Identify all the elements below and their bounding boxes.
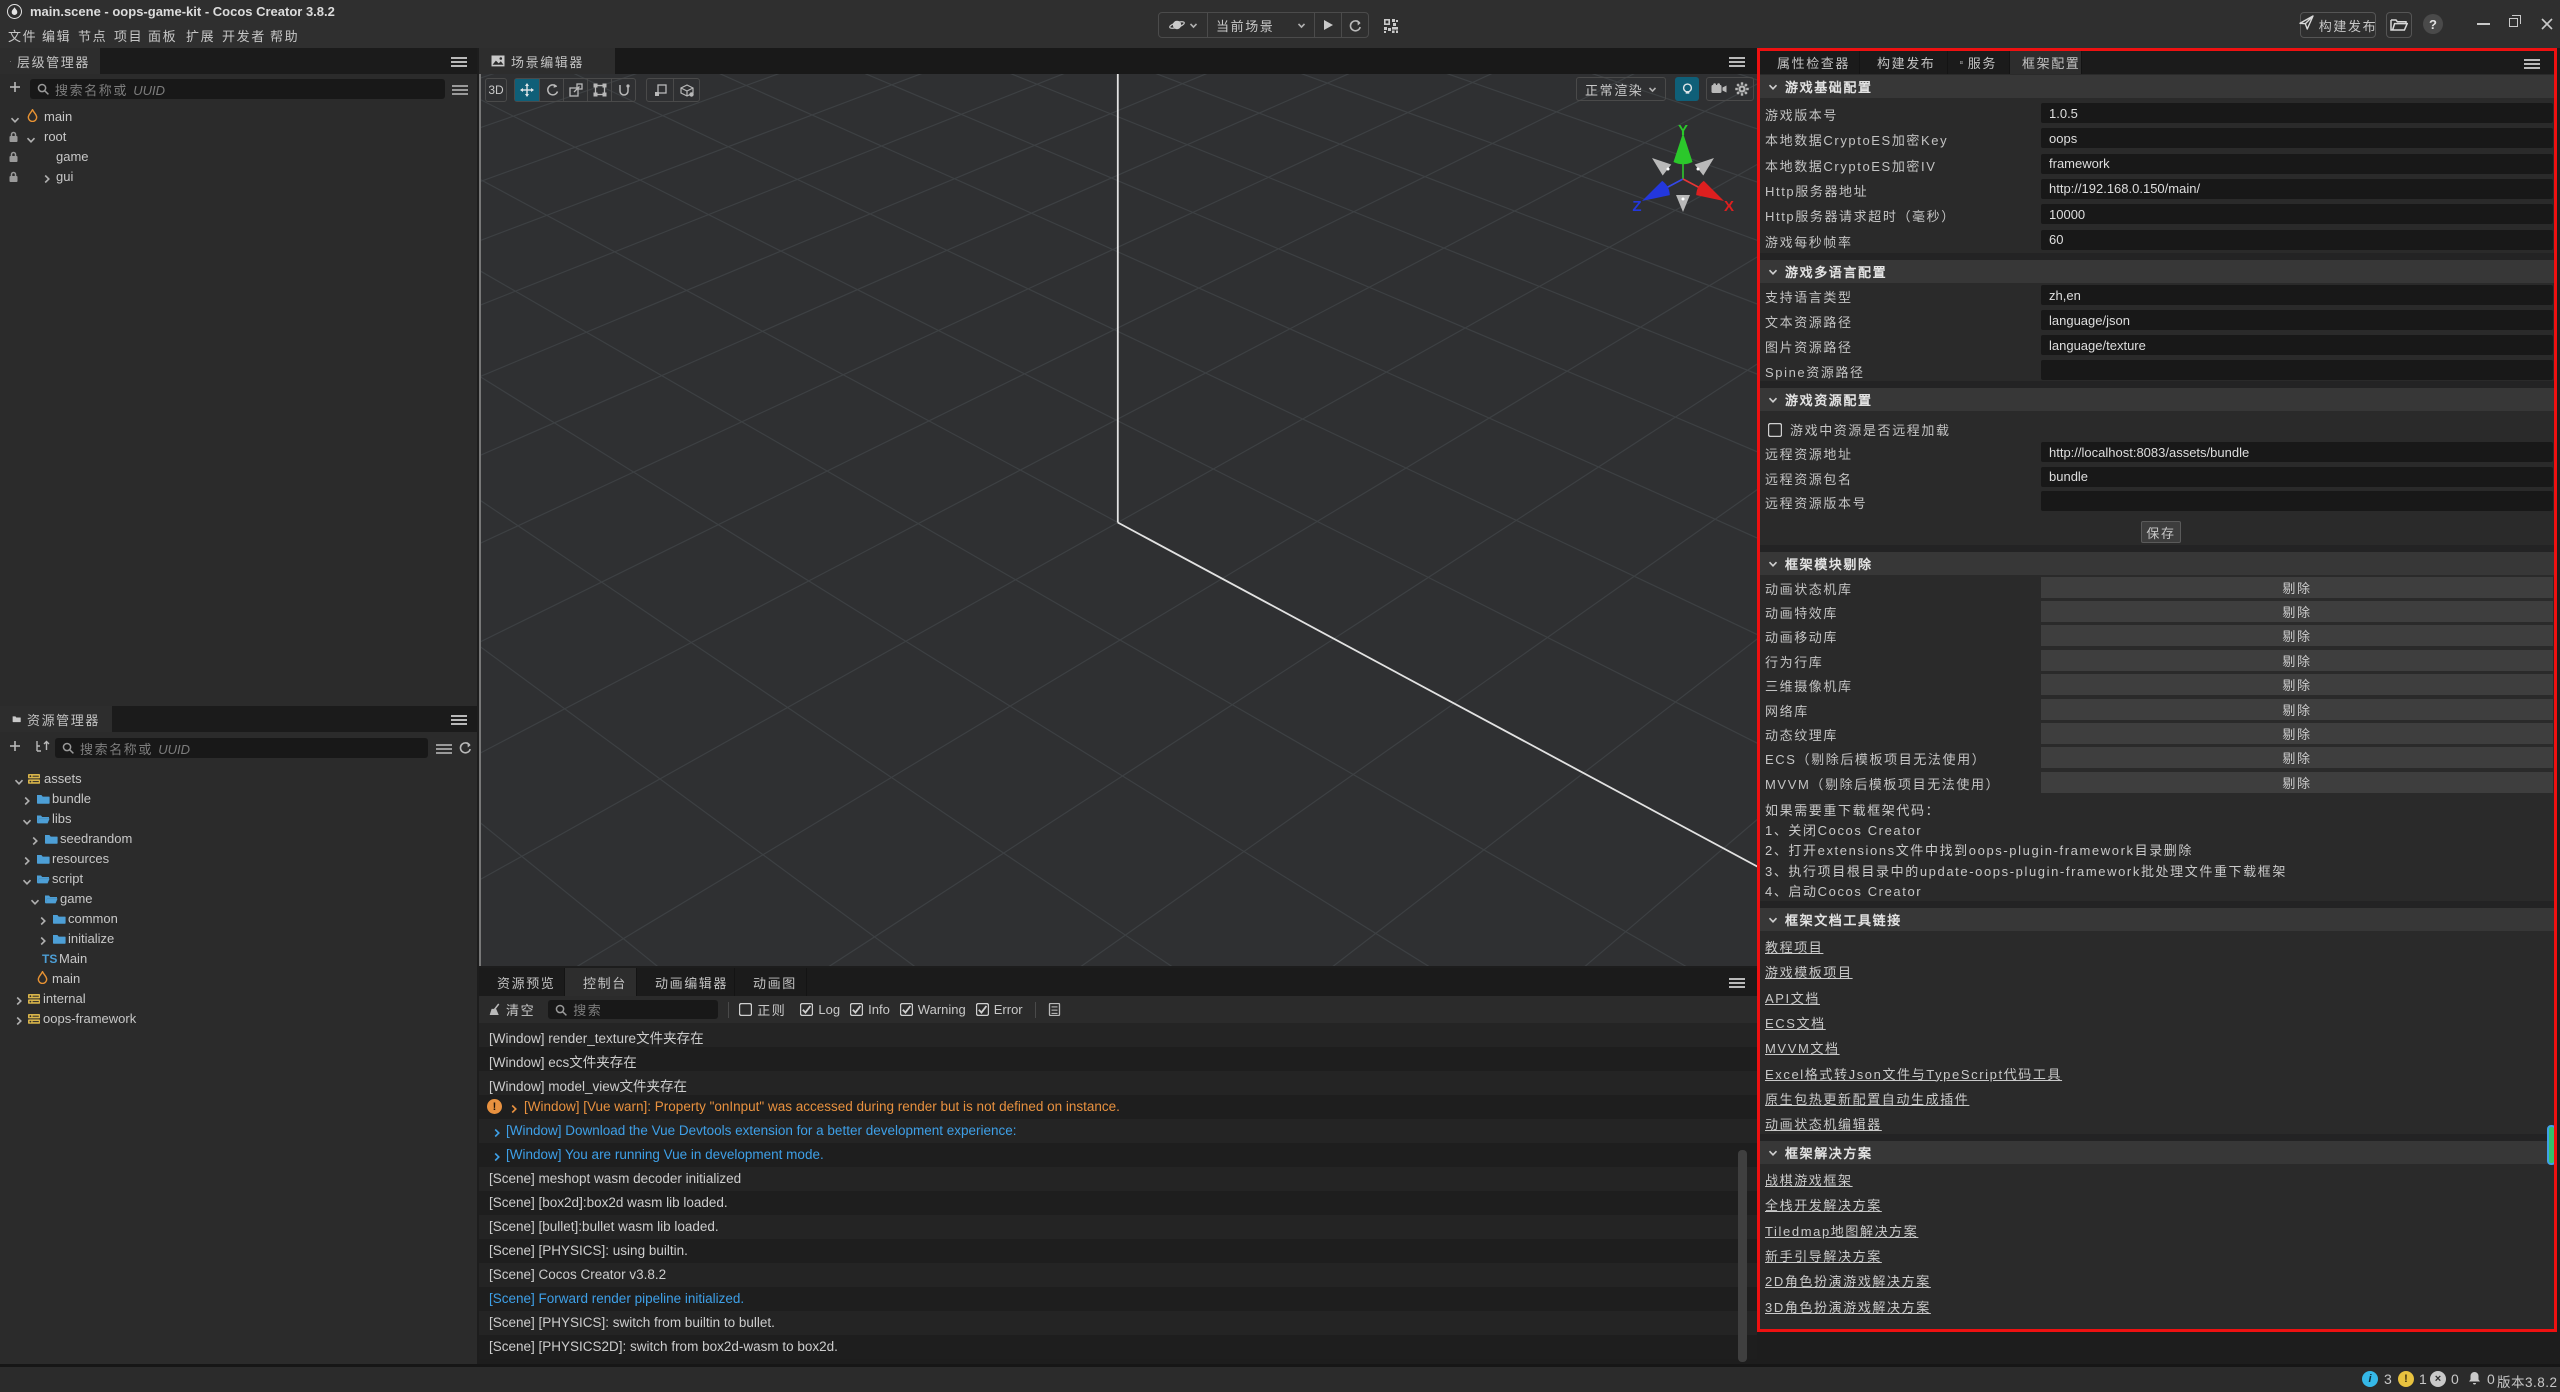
svg-text:Z: Z [1632,198,1641,215]
svg-text:Y: Y [1678,122,1688,139]
svg-text:X: X [1724,198,1734,215]
